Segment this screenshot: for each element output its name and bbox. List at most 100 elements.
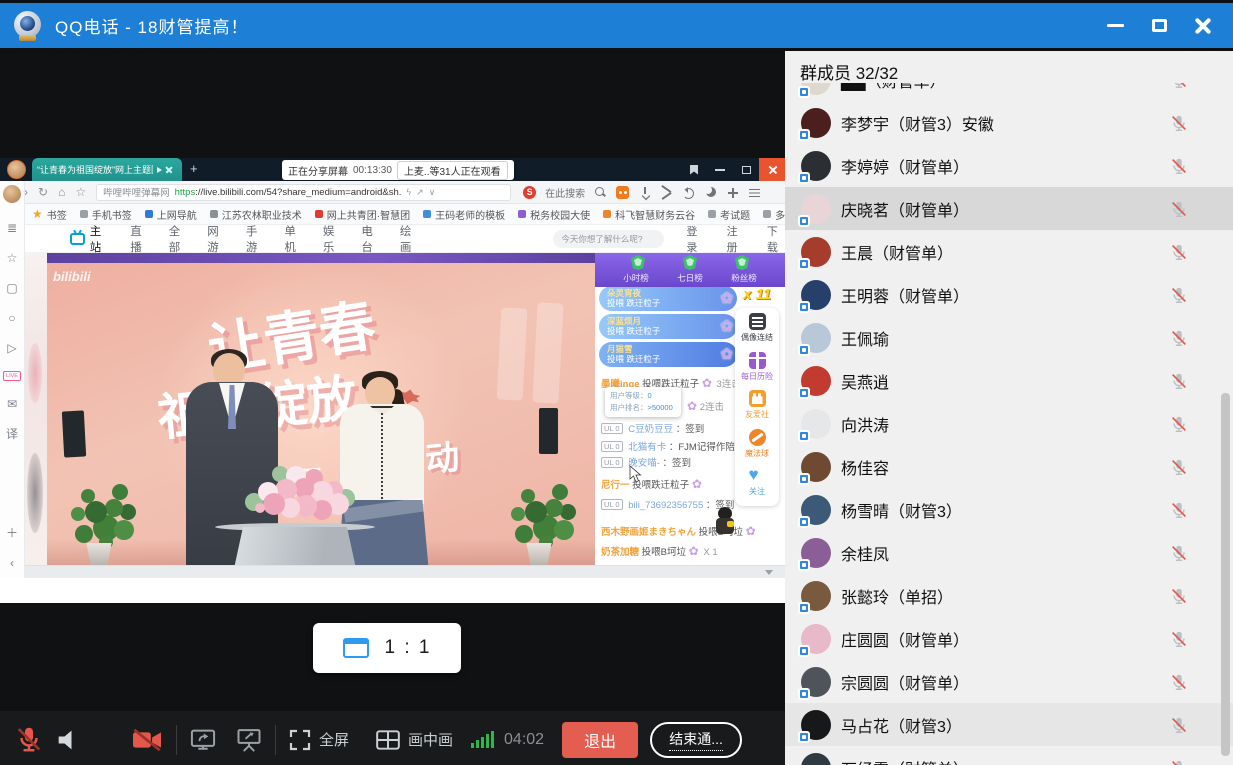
member-name: 张懿玲（单招） xyxy=(841,584,953,608)
chat-text: ：签到 xyxy=(676,424,705,435)
bookmark-label: 江苏农林职业技术 xyxy=(222,207,302,222)
muted-mic-icon[interactable] xyxy=(1169,328,1189,348)
gift-combo: x 11 xyxy=(743,286,771,303)
member-row[interactable]: 万经露（财管单） xyxy=(785,746,1233,765)
member-row[interactable]: 杨佳容 xyxy=(785,445,1233,488)
rail-label: 关注 xyxy=(749,486,765,497)
muted-mic-icon[interactable] xyxy=(1169,156,1189,176)
presentation-button[interactable] xyxy=(235,720,263,760)
member-row[interactable]: 马占花（财管3） xyxy=(785,703,1233,746)
qq-call-window: QQ电话 - 18财管提高！ “让青春为祖国绽放”网上主题团日 + 正在分享屏幕 xyxy=(0,0,1233,765)
gift-banner: 朵灵宵夜 投喂 跌迁粒子 ✿ x 11 xyxy=(599,286,737,311)
muted-mic-icon[interactable] xyxy=(1169,715,1189,735)
call-toolbar: 全屏 画中画 04:02 退出 结束通... xyxy=(0,711,785,765)
avatar xyxy=(801,710,831,740)
online-badge-icon xyxy=(798,473,810,485)
live-icon: LIVE xyxy=(3,371,21,381)
rail-icon xyxy=(749,313,766,330)
camera-mute-button[interactable] xyxy=(130,720,164,760)
muted-mic-icon[interactable] xyxy=(1169,629,1189,649)
muted-mic-icon[interactable] xyxy=(1169,113,1189,133)
favorites-star-icon: ☆ xyxy=(7,243,18,273)
bili-nav-item: 手游 xyxy=(246,223,265,255)
bili-nav-item: 直播 xyxy=(130,223,149,255)
browser-tab: “让青春为祖国绽放”网上主题团日 xyxy=(32,158,182,181)
member-row[interactable]: 张懿玲（单招） xyxy=(785,574,1233,617)
muted-mic-icon[interactable] xyxy=(1169,371,1189,391)
bookmark-label: 考试题 xyxy=(720,207,750,222)
online-badge-icon xyxy=(798,688,810,700)
rail-icon: ♥ xyxy=(749,467,766,484)
mouse-cursor xyxy=(629,465,642,488)
maximize-button[interactable] xyxy=(1137,3,1181,48)
member-row[interactable]: 王佩瑜 xyxy=(785,316,1233,359)
shared-browser-tabbar: “让青春为祖国绽放”网上主题团日 + 正在分享屏幕 00:13:30 上麦..等… xyxy=(0,158,785,181)
gift-sender-name: 深蓝烦月 xyxy=(607,316,729,326)
chat-text: 投喂B坷垃 xyxy=(642,547,686,558)
muted-mic-icon[interactable] xyxy=(1169,83,1189,90)
collapse-caret-icon xyxy=(765,570,773,575)
end-call-button[interactable]: 结束通... xyxy=(650,722,742,758)
muted-mic-icon[interactable] xyxy=(1169,457,1189,477)
fullscreen-button[interactable]: 全屏 xyxy=(288,720,349,760)
muted-mic-icon[interactable] xyxy=(1169,758,1189,765)
pip-button[interactable]: 画中画 xyxy=(375,720,453,760)
muted-mic-icon[interactable] xyxy=(1169,672,1189,692)
gift-flower-icon: ✿ xyxy=(746,524,756,538)
muted-mic-icon[interactable] xyxy=(1169,586,1189,606)
member-row[interactable]: ▆▆（财管单） xyxy=(785,83,1233,101)
online-badge-icon xyxy=(798,344,810,356)
bookmark-item: 税务校园大使 xyxy=(518,207,590,222)
ratio-window-icon xyxy=(343,638,369,658)
bookmark-favicon xyxy=(80,210,88,218)
member-row[interactable]: 向洪涛 xyxy=(785,402,1233,445)
close-button[interactable] xyxy=(1181,3,1225,48)
bilibili-navbar: 主站直播全部网游手游单机娱乐电台绘画 今天你想了解什么呢? 登录注册下载 xyxy=(25,225,785,253)
member-row[interactable]: 宗圆圆（财管单） xyxy=(785,660,1233,703)
add-icon xyxy=(726,186,739,199)
guard-shield-icon xyxy=(735,255,749,270)
gift-flower-icon: ✿ xyxy=(720,317,733,335)
member-row[interactable]: 李婷婷（财管单） xyxy=(785,144,1233,187)
online-badge-icon xyxy=(798,559,810,571)
stream-top-banner xyxy=(47,253,595,263)
speaker-button[interactable] xyxy=(54,720,82,760)
member-row[interactable]: 李梦宇（财管3）安徽 xyxy=(785,101,1233,144)
bookmark-label: 多选题 xyxy=(775,207,785,222)
member-row[interactable]: 王明蓉（财管单） xyxy=(785,273,1233,316)
rail-icon xyxy=(749,390,766,407)
collapse-icon: ‹ xyxy=(10,548,14,578)
muted-mic-icon[interactable] xyxy=(1169,285,1189,305)
online-badge-icon xyxy=(798,258,810,270)
member-row[interactable]: 庆晓茗（财管单） xyxy=(785,187,1233,230)
muted-mic-icon[interactable] xyxy=(1169,199,1189,219)
gift-sender-name: 朵灵宵夜 xyxy=(607,288,729,298)
member-row[interactable]: 余桂凤 xyxy=(785,531,1233,574)
muted-mic-icon[interactable] xyxy=(1169,242,1189,262)
gift-flower-icon: ✿ xyxy=(720,289,733,307)
online-badge-icon xyxy=(798,301,810,313)
member-row[interactable]: 王晨（财管单） xyxy=(785,230,1233,273)
bookmark-favicon xyxy=(763,210,771,218)
bili-nav-item: 娱乐 xyxy=(323,223,342,255)
ratio-button[interactable]: 1 : 1 xyxy=(313,623,461,673)
user-level-badge: UL 0 xyxy=(601,457,623,468)
exit-button[interactable]: 退出 xyxy=(562,722,638,758)
avatar xyxy=(801,366,831,396)
browser-nav-tools: S 在此搜索 xyxy=(523,185,761,200)
member-row[interactable]: 杨雪晴（财管3） xyxy=(785,488,1233,531)
share-screen-button[interactable] xyxy=(189,720,217,760)
live-stream-video: bilibili 让青春 祖国绽放 动 主题 xyxy=(47,253,595,565)
member-row[interactable]: 吴燕逍 xyxy=(785,359,1233,402)
chat-combo: X 1 xyxy=(703,547,717,558)
members-scrollbar[interactable] xyxy=(1221,393,1230,756)
rail-item: 每日历险 xyxy=(741,352,773,391)
bookmark-item: 上网导航 xyxy=(145,207,197,222)
muted-mic-icon[interactable] xyxy=(1169,543,1189,563)
member-row[interactable]: 庄圆圆（财管单） xyxy=(785,617,1233,660)
muted-mic-icon[interactable] xyxy=(1169,414,1189,434)
minimize-button[interactable] xyxy=(1093,3,1137,48)
muted-mic-icon[interactable] xyxy=(1169,500,1189,520)
microphone-mute-button[interactable] xyxy=(14,720,44,760)
bilibili-search-box: 今天你想了解什么呢? xyxy=(553,230,664,248)
